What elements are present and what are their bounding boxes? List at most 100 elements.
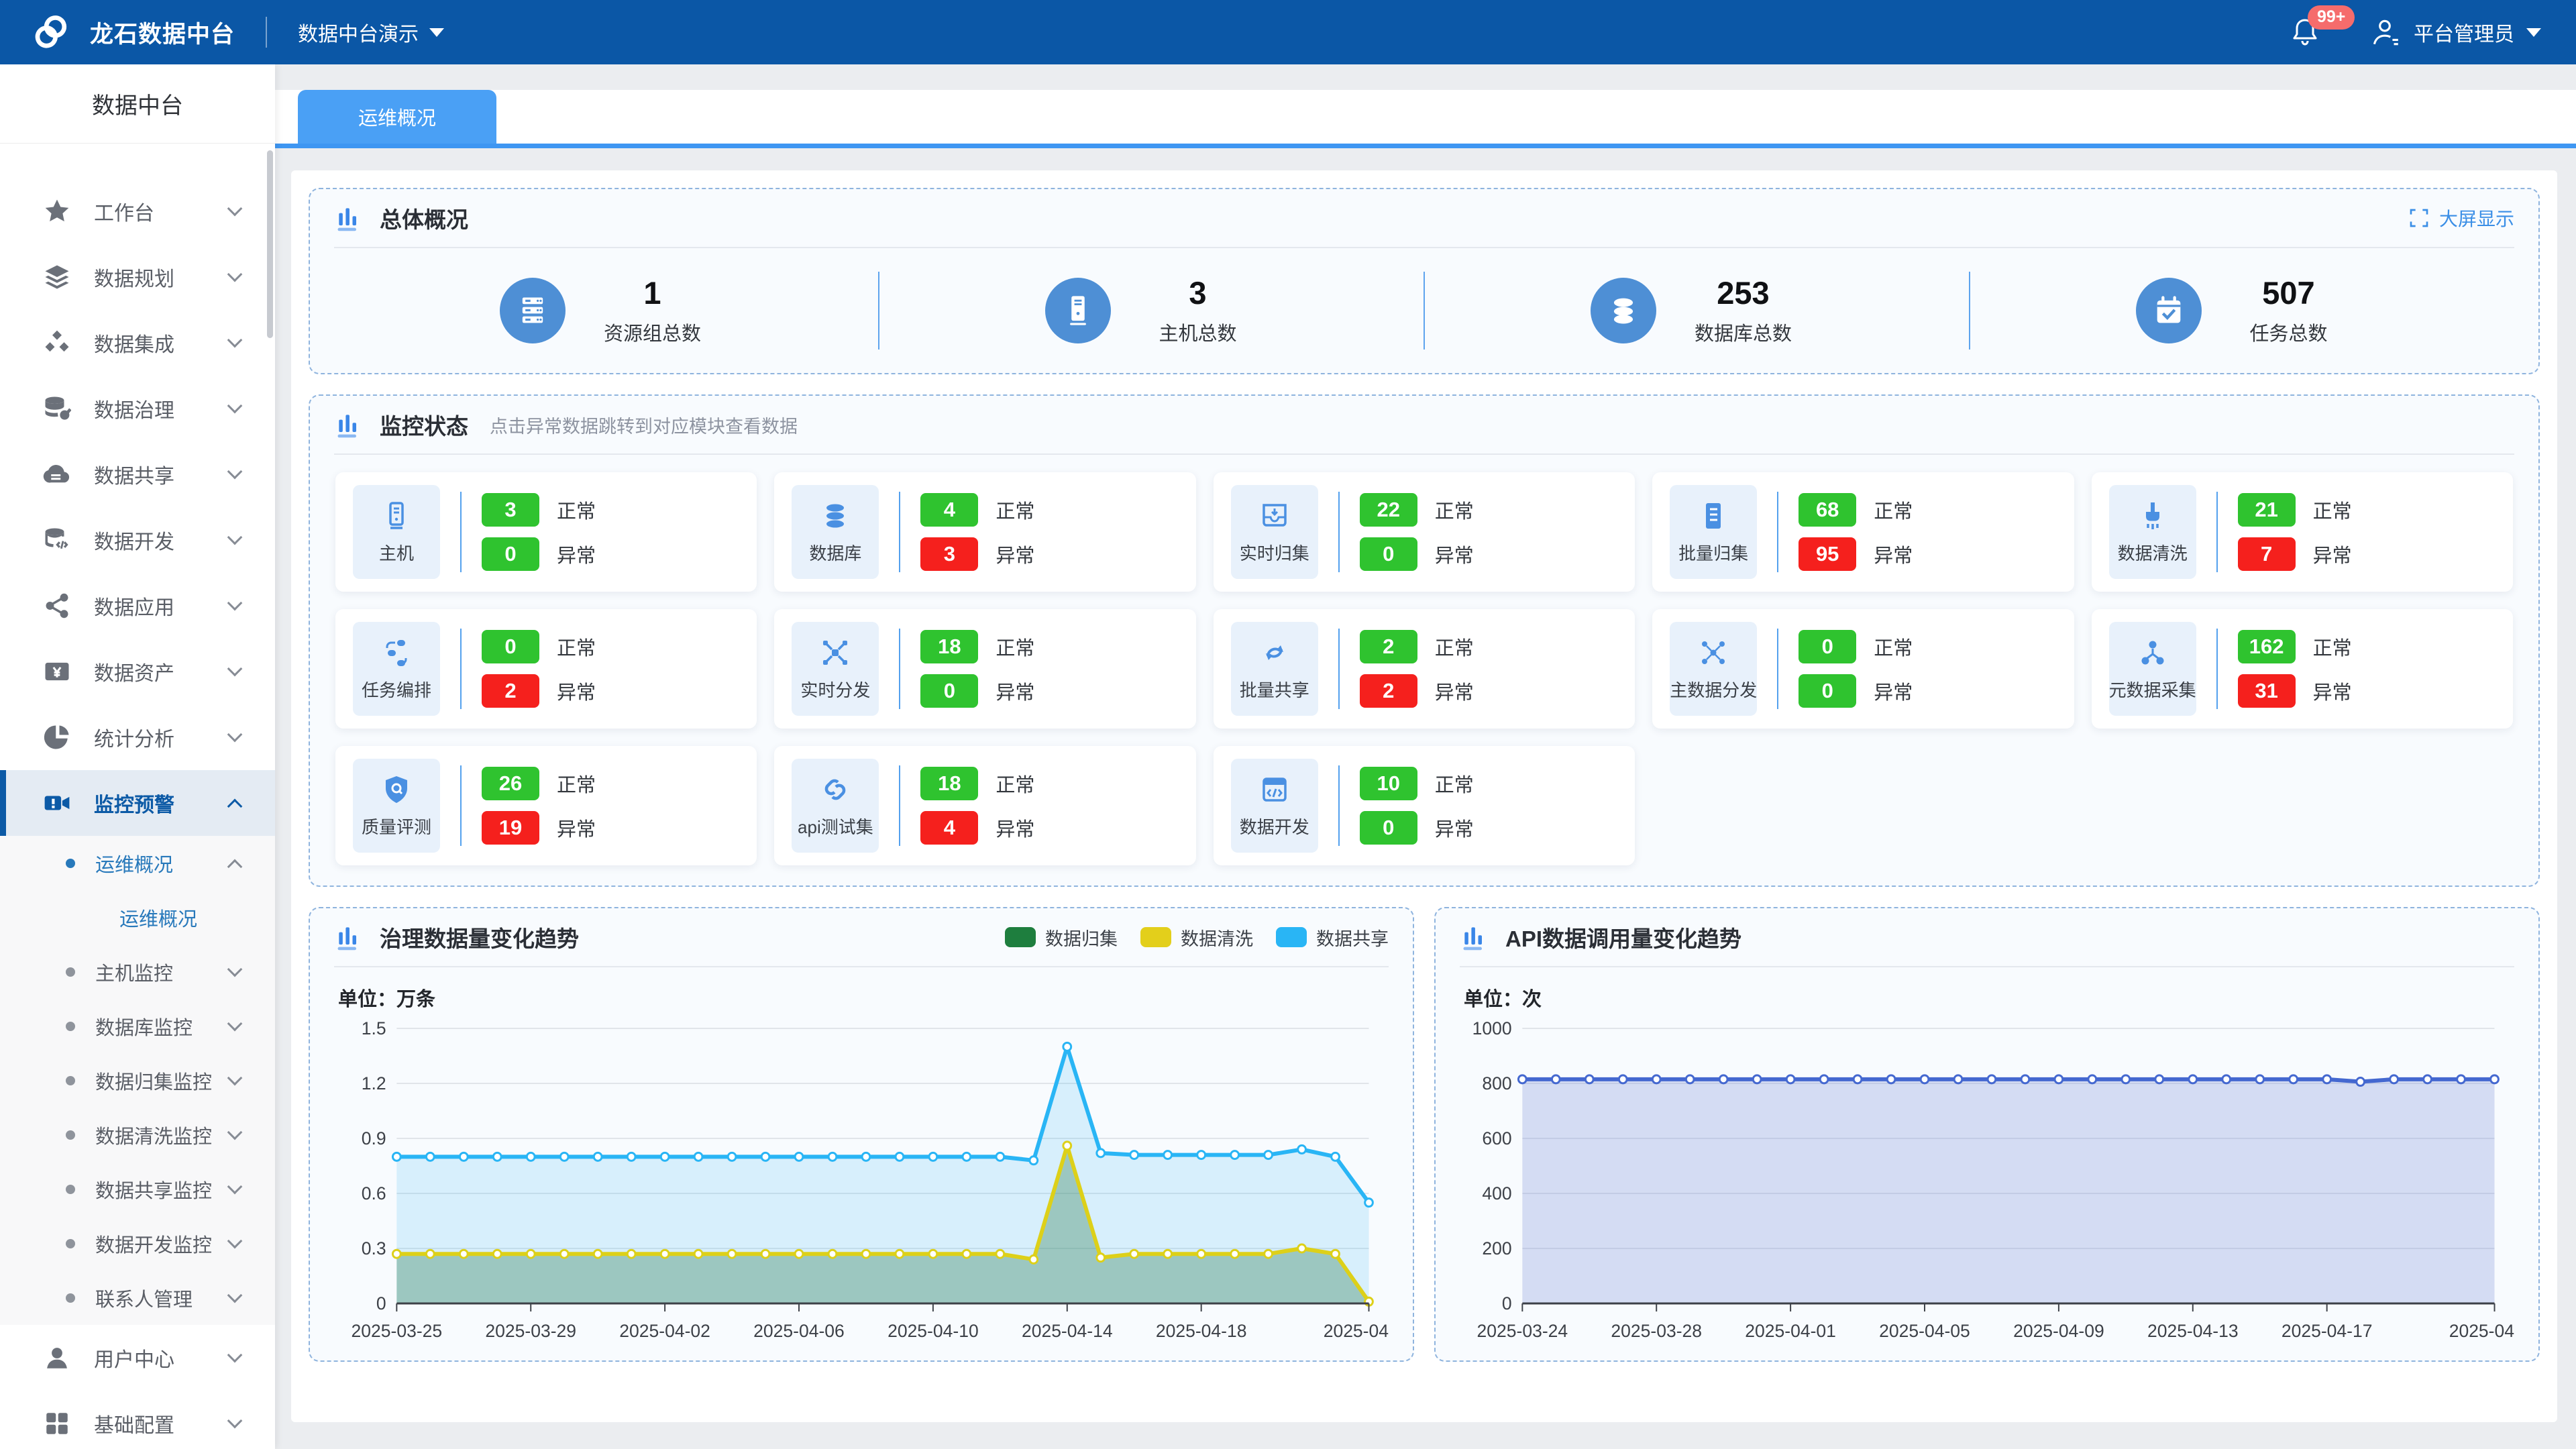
chart-unit-label: 单位：次: [1460, 967, 2514, 1012]
sidebar-item-ops-overview[interactable]: 运维概况: [0, 890, 275, 945]
normal-count-badge[interactable]: 0: [1799, 630, 1856, 663]
normal-label: 正常: [557, 769, 596, 798]
sidebar-item-development-monitoring[interactable]: 数据开发监控: [0, 1216, 275, 1271]
chart-title: API数据调用量变化趋势: [1505, 921, 1741, 953]
monitor-card[interactable]: 任务编排0正常2异常: [335, 609, 757, 729]
sidebar-item-data-assets[interactable]: 数据资产: [0, 639, 275, 704]
monitor-card-label: 主数据分发: [1670, 677, 1757, 702]
normal-count-badge[interactable]: 68: [1799, 493, 1856, 527]
sidebar-item-statistics[interactable]: 统计分析: [0, 704, 275, 770]
sidebar-item-monitoring-alerts[interactable]: 监控预警: [0, 770, 275, 836]
stat-value: 507: [2229, 275, 2349, 311]
monitor-card-label: 实时归集: [1240, 540, 1309, 565]
sidebar-item-data-governance[interactable]: 数据治理: [0, 376, 275, 441]
monitor-card[interactable]: api测试集18正常4异常: [774, 746, 1195, 865]
legend-item-sharing[interactable]: 数据共享: [1276, 924, 1389, 951]
normal-count-badge[interactable]: 3: [482, 493, 539, 527]
error-count-badge[interactable]: 4: [920, 811, 978, 845]
monitor-card[interactable]: 数据库4正常3异常: [774, 472, 1195, 592]
sidebar-item-basic-config[interactable]: 基础配置: [0, 1391, 275, 1449]
sidebar-item-sharing-monitoring[interactable]: 数据共享监控: [0, 1162, 275, 1216]
monitor-card[interactable]: 主数据分发0正常0异常: [1652, 609, 2074, 729]
normal-count-badge[interactable]: 21: [2238, 493, 2296, 527]
sidebar-item-database-monitoring[interactable]: 数据库监控: [0, 999, 275, 1053]
normal-label: 正常: [1435, 633, 1474, 661]
server-rack-icon: [500, 278, 566, 343]
database-wrench-icon: [43, 394, 71, 423]
tab-ops-overview[interactable]: 运维概况: [298, 90, 496, 144]
normal-label: 正常: [557, 496, 596, 524]
chevron-down-icon: [227, 1124, 243, 1140]
svg-text:2025-04-02: 2025-04-02: [619, 1321, 710, 1341]
sidebar-item-workbench[interactable]: 工作台: [0, 178, 275, 244]
svg-text:600: 600: [1482, 1128, 1511, 1148]
normal-count-badge[interactable]: 18: [920, 630, 978, 663]
monitor-card[interactable]: 批量归集68正常95异常: [1652, 472, 2074, 592]
error-count-badge[interactable]: 31: [2238, 674, 2296, 708]
normal-count-badge[interactable]: 4: [920, 493, 978, 527]
error-count-badge[interactable]: 3: [920, 537, 978, 571]
error-count-badge[interactable]: 2: [482, 674, 539, 708]
error-count-badge[interactable]: 7: [2238, 537, 2296, 571]
error-count-badge[interactable]: 0: [482, 537, 539, 571]
sidebar-item-cleaning-monitoring[interactable]: 数据清洗监控: [0, 1108, 275, 1162]
normal-count-badge[interactable]: 162: [2238, 630, 2296, 663]
sidebar-item-user-center[interactable]: 用户中心: [0, 1325, 275, 1391]
normal-count-badge[interactable]: 18: [920, 767, 978, 800]
database-icon: [1591, 278, 1656, 343]
monitor-card[interactable]: 数据开发10正常0异常: [1214, 746, 1635, 865]
legend-item-collection[interactable]: 数据归集: [1005, 924, 1118, 951]
grid-icon: [43, 1409, 71, 1438]
chevron-down-icon: [227, 530, 243, 545]
error-count-badge[interactable]: 2: [1360, 674, 1417, 708]
error-count-badge[interactable]: 19: [482, 811, 539, 845]
monitor-card[interactable]: 实时归集22正常0异常: [1214, 472, 1635, 592]
monitor-icon: [1697, 637, 1729, 669]
environment-dropdown[interactable]: 数据中台演示: [298, 17, 444, 47]
sidebar-item-data-application[interactable]: 数据应用: [0, 573, 275, 639]
sidebar-scrollbar[interactable]: [267, 150, 273, 338]
notifications-button[interactable]: 99+: [2289, 16, 2321, 48]
svg-text:2025-04-13: 2025-04-13: [2147, 1321, 2239, 1341]
card-divider: [460, 629, 462, 709]
monitor-icon: [2137, 500, 2169, 532]
sidebar-item-contacts-management[interactable]: 联系人管理: [0, 1271, 275, 1325]
monitor-card[interactable]: 质量评测26正常19异常: [335, 746, 757, 865]
stat-label: 主机总数: [1138, 318, 1258, 346]
monitor-card[interactable]: 批量共享2正常2异常: [1214, 609, 1635, 729]
normal-count-badge[interactable]: 22: [1360, 493, 1417, 527]
sidebar-item-data-sharing[interactable]: 数据共享: [0, 441, 275, 507]
card-divider: [1338, 492, 1340, 572]
error-count-badge[interactable]: 0: [1360, 811, 1417, 845]
monitor-card[interactable]: 主机3正常0异常: [335, 472, 757, 592]
chevron-down-icon: [227, 1348, 243, 1363]
panel-hint: 点击异常数据跳转到对应模块查看数据: [490, 412, 798, 438]
legend-label: 数据共享: [1316, 924, 1389, 951]
sidebar-item-host-monitoring[interactable]: 主机监控: [0, 945, 275, 999]
error-count-badge[interactable]: 0: [1360, 537, 1417, 571]
sidebar-item-label: 数据清洗监控: [95, 1121, 212, 1149]
monitor-card[interactable]: 元数据采集162正常31异常: [2092, 609, 2513, 729]
chart-legend: 数据归集 数据清洗 数据共享: [1005, 924, 1389, 951]
monitor-card-label: 任务编排: [362, 677, 431, 702]
bar-chart-icon: [334, 922, 364, 952]
sidebar-item-ops-overview-group[interactable]: 运维概况: [0, 836, 275, 890]
normal-count-badge[interactable]: 26: [482, 767, 539, 800]
monitor-card-icon-box: 批量共享: [1231, 622, 1318, 716]
fullscreen-link[interactable]: 大屏显示: [2408, 205, 2514, 231]
user-menu[interactable]: 平台管理员: [2368, 15, 2541, 49]
sidebar-item-data-development[interactable]: 数据开发: [0, 507, 275, 573]
sidebar-item-collection-monitoring[interactable]: 数据归集监控: [0, 1053, 275, 1108]
monitor-card[interactable]: 实时分发18正常0异常: [774, 609, 1195, 729]
monitor-card[interactable]: 数据清洗21正常7异常: [2092, 472, 2513, 592]
sidebar-item-data-integration[interactable]: 数据集成: [0, 310, 275, 376]
normal-count-badge[interactable]: 0: [482, 630, 539, 663]
error-count-badge[interactable]: 95: [1799, 537, 1856, 571]
legend-item-cleaning[interactable]: 数据清洗: [1140, 924, 1253, 951]
normal-count-badge[interactable]: 10: [1360, 767, 1417, 800]
normal-count-badge[interactable]: 2: [1360, 630, 1417, 663]
sidebar-item-data-planning[interactable]: 数据规划: [0, 244, 275, 310]
error-count-badge[interactable]: 0: [1799, 674, 1856, 708]
svg-text:2025-04-17: 2025-04-17: [2282, 1321, 2373, 1341]
error-count-badge[interactable]: 0: [920, 674, 978, 708]
